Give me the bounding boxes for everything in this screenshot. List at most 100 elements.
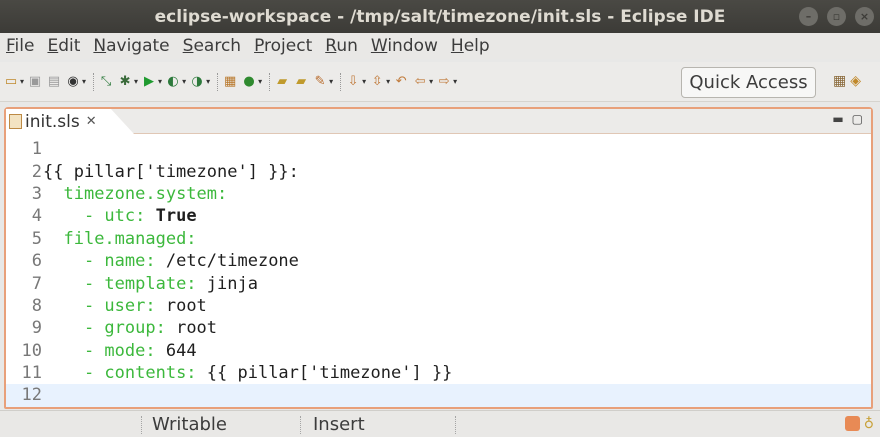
package-icon: ▦ bbox=[223, 74, 237, 89]
title-bar: eclipse-workspace - /tmp/salt/timezone/i… bbox=[0, 0, 880, 33]
class-icon: ● bbox=[243, 74, 255, 89]
save-all-icon: ▤ bbox=[47, 74, 61, 89]
code-line[interactable]: 8 - user: root bbox=[6, 295, 871, 317]
line-text: - utc: True bbox=[42, 206, 197, 226]
search-button[interactable]: ✎ ▾ bbox=[312, 72, 333, 92]
yaml-value bbox=[43, 184, 63, 204]
open-perspective-button[interactable]: ◉ ▾ bbox=[65, 72, 86, 92]
line-text: file.managed: bbox=[42, 228, 197, 249]
close-tab-icon[interactable]: ✕ bbox=[86, 114, 97, 129]
tip-icon[interactable]: ♁ bbox=[864, 416, 874, 432]
yaml-value bbox=[43, 206, 84, 226]
window-controls: – ▫ × bbox=[799, 7, 874, 26]
line-number: 11 bbox=[21, 363, 42, 384]
prev-annotation-button[interactable]: ⇳ ▾ bbox=[369, 72, 390, 92]
toolbar-separator bbox=[217, 72, 219, 91]
quick-access-input[interactable]: Quick Access bbox=[681, 67, 816, 98]
run-button[interactable]: ▶ ▾ bbox=[141, 72, 162, 92]
skip-breakpoints-button[interactable]: ⤡ bbox=[98, 72, 114, 92]
open-type-button[interactable]: ▰ bbox=[274, 72, 290, 92]
editor-area: init.sls ✕ ▬ ▢ 1 2{{ pillar['timezone'] }… bbox=[4, 107, 873, 409]
last-edit-icon: ↶ bbox=[395, 74, 407, 89]
menu-mnemonic: W bbox=[370, 36, 388, 56]
prev-annotation-icon: ⇳ bbox=[371, 74, 383, 89]
next-annotation-button[interactable]: ⇩ ▾ bbox=[345, 72, 366, 92]
line-number: 5 bbox=[31, 228, 42, 249]
back-button[interactable]: ⇦ ▾ bbox=[412, 72, 433, 92]
new-java-package-button[interactable]: ▦ bbox=[222, 72, 238, 92]
perspective-icon: ◉ bbox=[67, 74, 79, 89]
external-tools-button[interactable]: ◑ ▾ bbox=[189, 72, 210, 92]
menu-item-window[interactable]: Window bbox=[371, 36, 438, 56]
yaml-value: root bbox=[165, 318, 218, 339]
yaml-key: - name: bbox=[83, 251, 156, 272]
line-text: timezone.system: bbox=[42, 184, 227, 204]
menu-mnemonic: E bbox=[47, 36, 59, 56]
line-number: 4 bbox=[31, 206, 42, 227]
new-button[interactable]: ▭ ▾ bbox=[3, 72, 24, 92]
menu-label: earch bbox=[193, 36, 242, 56]
new-java-class-button[interactable]: ● ▾ bbox=[241, 72, 262, 92]
debug-icon: ✱ bbox=[119, 74, 131, 89]
yaml-value bbox=[43, 296, 84, 316]
yaml-key: file.managed: bbox=[63, 228, 197, 249]
menu-item-search[interactable]: Search bbox=[183, 36, 241, 56]
maximize-icon[interactable]: ▫ bbox=[827, 7, 846, 26]
menu-item-file[interactable]: File bbox=[6, 36, 34, 56]
tab-label: init.sls bbox=[25, 111, 80, 132]
maximize-pane-icon[interactable]: ▢ bbox=[852, 112, 863, 126]
menu-item-run[interactable]: Run bbox=[325, 36, 358, 56]
code-line[interactable]: 4 - utc: True bbox=[6, 205, 871, 227]
minimize-icon[interactable]: – bbox=[799, 7, 818, 26]
status-divider bbox=[455, 416, 456, 434]
code-line[interactable]: 3 timezone.system: bbox=[6, 183, 871, 205]
forward-button[interactable]: ⇨ ▾ bbox=[436, 72, 457, 92]
status-bar: Writable Insert ♁ bbox=[0, 410, 880, 437]
minimize-pane-icon[interactable]: ▬ bbox=[832, 112, 843, 126]
code-line[interactable]: 2{{ pillar['timezone'] }}: bbox=[6, 160, 871, 182]
yaml-value: root bbox=[155, 295, 207, 316]
editor-tab-init-sls[interactable]: init.sls ✕ bbox=[6, 109, 134, 134]
menu-item-help[interactable]: Help bbox=[451, 36, 490, 56]
perspective-switcher: ▦ ◈ bbox=[833, 73, 861, 89]
editor-tab-strip: init.sls ✕ ▬ ▢ bbox=[6, 109, 871, 134]
coverage-button[interactable]: ◐ ▾ bbox=[165, 72, 186, 92]
yaml-key: - utc: bbox=[83, 206, 146, 227]
status-divider bbox=[300, 416, 301, 434]
menu-mnemonic: F bbox=[6, 36, 15, 56]
menu-label: ile bbox=[14, 36, 35, 56]
code-line[interactable]: 12 bbox=[6, 384, 871, 407]
next-annotation-icon: ⇩ bbox=[347, 74, 359, 89]
menu-mnemonic: N bbox=[93, 36, 107, 56]
yaml-value bbox=[43, 318, 84, 338]
java-perspective-icon[interactable]: ◈ bbox=[850, 73, 861, 89]
code-line[interactable]: 5 file.managed: bbox=[6, 228, 871, 250]
code-line[interactable]: 7 - template: jinja bbox=[6, 272, 871, 294]
last-edit-button[interactable]: ↶ bbox=[393, 72, 409, 92]
status-icons: ♁ bbox=[844, 416, 874, 432]
open-task-button[interactable]: ▰ bbox=[293, 72, 309, 92]
save-all-button[interactable]: ▤ bbox=[46, 72, 62, 92]
line-text: - user: root bbox=[42, 296, 207, 316]
menu-item-edit[interactable]: Edit bbox=[47, 36, 80, 56]
code-line[interactable]: 10 - mode: 644 bbox=[6, 340, 871, 362]
skip-breakpoints-icon: ⤡ bbox=[100, 74, 112, 89]
yaml-value bbox=[43, 229, 63, 249]
notification-icon[interactable] bbox=[844, 416, 860, 431]
open-perspective-icon[interactable]: ▦ bbox=[833, 73, 846, 89]
close-icon[interactable]: × bbox=[855, 7, 874, 26]
yaml-key: - template: bbox=[83, 273, 197, 294]
yaml-value bbox=[43, 363, 84, 383]
code-line[interactable]: 11 - contents: {{ pillar['timezone'] }} bbox=[6, 362, 871, 384]
save-button[interactable]: ▣ bbox=[27, 72, 43, 92]
code-line[interactable]: 1 bbox=[6, 138, 871, 160]
code-line[interactable]: 6 - name: /etc/timezone bbox=[6, 250, 871, 272]
file-icon bbox=[9, 114, 22, 129]
code-line[interactable]: 9 - group: root bbox=[6, 317, 871, 339]
line-text: - group: root bbox=[42, 318, 217, 338]
menu-item-navigate[interactable]: Navigate bbox=[93, 36, 169, 56]
debug-button[interactable]: ✱ ▾ bbox=[117, 72, 138, 92]
menu-item-project[interactable]: Project bbox=[254, 36, 312, 56]
pane-controls: ▬ ▢ bbox=[832, 112, 863, 126]
code-editor[interactable]: 1 2{{ pillar['timezone'] }}: 3 timezone.sy… bbox=[6, 138, 871, 407]
